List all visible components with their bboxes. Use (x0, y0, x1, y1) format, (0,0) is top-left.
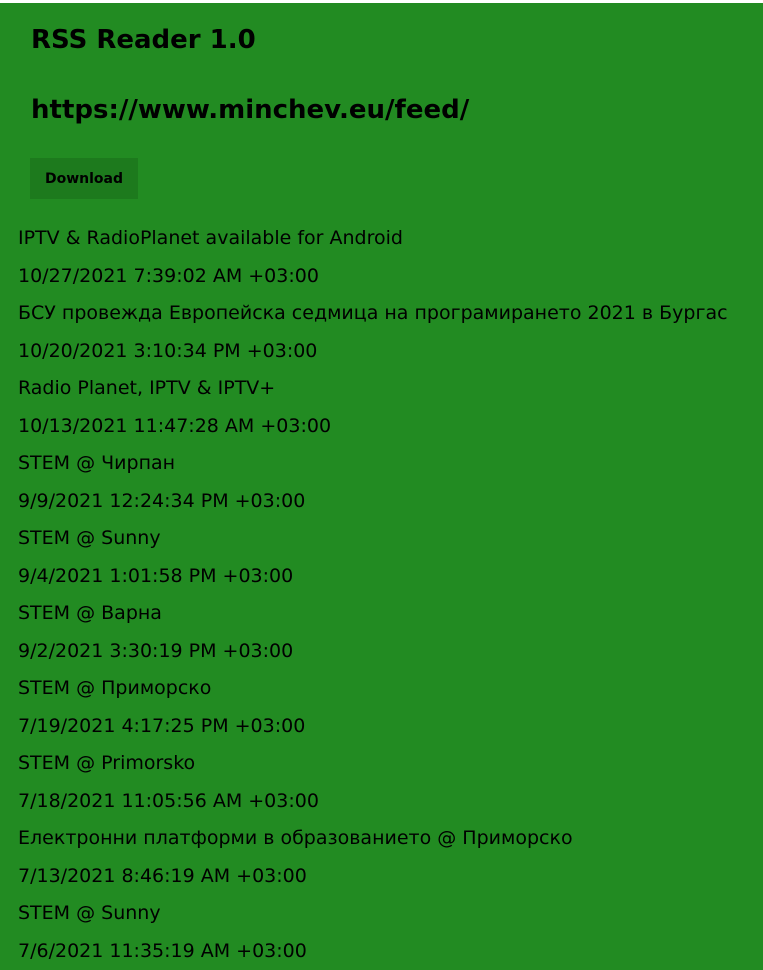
feed-url: https://www.minchev.eu/feed/ (31, 95, 470, 125)
feed-item: БСУ провежда Европейска седмица на прогр… (18, 299, 758, 374)
feed-item-date: 10/13/2021 11:47:28 AM +03:00 (18, 414, 332, 437)
feed-item-date: 10/27/2021 7:39:02 AM +03:00 (18, 264, 319, 287)
feed-item: IPTV & RadioPlanet available for Android… (18, 224, 758, 299)
feed-item-date: 10/20/2021 3:10:34 PM +03:00 (18, 339, 318, 362)
feed-item-date: 7/18/2021 11:05:56 AM +03:00 (18, 789, 319, 812)
feed-item: STEM @ Варна 9/2/2021 3:30:19 PM +03:00 (18, 599, 758, 674)
feed-item-title: STEM @ Sunny (18, 902, 161, 924)
feed-item-date: 9/9/2021 12:24:34 PM +03:00 (18, 489, 306, 512)
feed-item-date: 7/6/2021 11:35:19 AM +03:00 (18, 939, 307, 962)
feed-item-title: Електронни платформи в образованието @ П… (18, 827, 573, 849)
download-button[interactable]: Download (30, 158, 138, 199)
feed-item: STEM @ Primorsko 7/18/2021 11:05:56 AM +… (18, 749, 758, 824)
rss-reader-window: RSS Reader 1.0 https://www.minchev.eu/fe… (0, 3, 763, 970)
feed-item-title: БСУ провежда Европейска седмица на прогр… (18, 302, 728, 324)
feed-item-date: 7/13/2021 8:46:19 AM +03:00 (18, 864, 307, 887)
feed-item-title: IPTV & RadioPlanet available for Android (18, 227, 403, 249)
feed-item-title: STEM @ Чирпан (18, 452, 176, 474)
feed-item: Електронни платформи в образованието @ П… (18, 824, 758, 899)
app-title: RSS Reader 1.0 (31, 25, 256, 55)
feed-list: IPTV & RadioPlanet available for Android… (18, 224, 758, 970)
feed-item: Radio Planet, IPTV & IPTV+ 10/13/2021 11… (18, 374, 758, 449)
feed-item-date: 9/4/2021 1:01:58 PM +03:00 (18, 564, 294, 587)
feed-item-title: STEM @ Приморско (18, 677, 212, 699)
feed-item-date: 9/2/2021 3:30:19 PM +03:00 (18, 639, 294, 662)
feed-item-title: STEM @ Варна (18, 602, 162, 624)
feed-item: STEM @ Чирпан 9/9/2021 12:24:34 PM +03:0… (18, 449, 758, 524)
feed-item: STEM @ Sunny 7/6/2021 11:35:19 AM +03:00 (18, 899, 758, 970)
feed-item: STEM @ Sunny 9/4/2021 1:01:58 PM +03:00 (18, 524, 758, 599)
feed-item-title: STEM @ Primorsko (18, 752, 196, 774)
feed-item-title: Radio Planet, IPTV & IPTV+ (18, 377, 276, 399)
feed-item-date: 7/19/2021 4:17:25 PM +03:00 (18, 714, 306, 737)
feed-item-title: STEM @ Sunny (18, 527, 161, 549)
feed-item: STEM @ Приморско 7/19/2021 4:17:25 PM +0… (18, 674, 758, 749)
